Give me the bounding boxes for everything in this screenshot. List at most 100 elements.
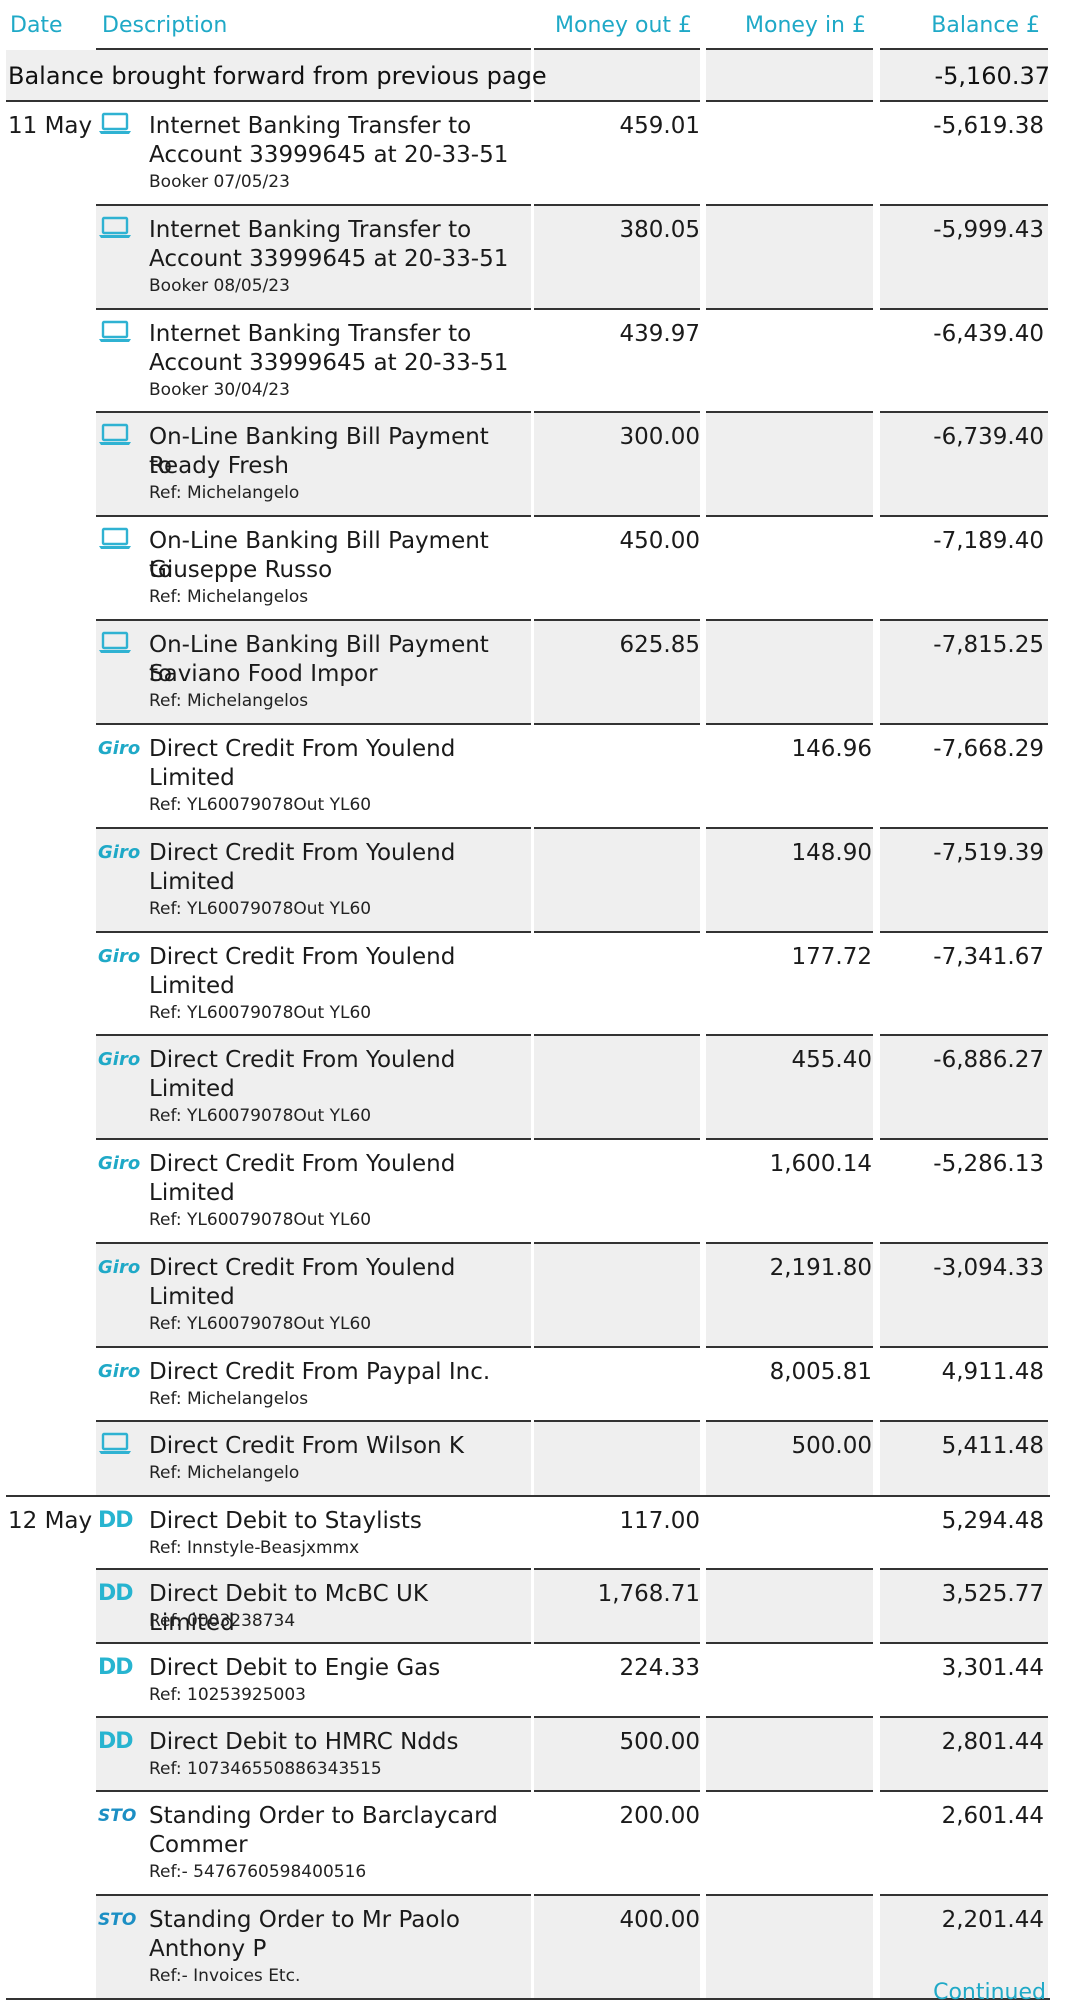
transaction-description-line: Limited xyxy=(149,869,235,895)
transaction-description-line: Internet Banking Transfer to xyxy=(149,321,472,347)
money-out-amount: 625.85 xyxy=(619,632,700,658)
row-cell-background xyxy=(534,725,700,827)
row-cell-background xyxy=(706,310,873,411)
row-cell-background xyxy=(706,1497,873,1568)
transaction-description-line: Internet Banking Transfer to xyxy=(149,113,472,139)
transaction-description-line: Saviano Food Impor xyxy=(149,661,378,687)
money-in-amount: 8,005.81 xyxy=(769,1359,872,1385)
transaction-reference: Ref: 107346550886343515 xyxy=(149,1759,382,1779)
transaction-row: DD Direct Debit to HMRC Ndds Ref: 10734655… xyxy=(0,1718,1066,1792)
transaction-row: 12 May DD Direct Debit to Staylists Ref: In… xyxy=(0,1497,1066,1570)
money-out-column-header: Money out £ xyxy=(555,13,692,38)
sto-icon-label: STO xyxy=(98,1806,137,1826)
dd-icon: DD xyxy=(98,1579,136,1609)
transaction-description-line: Direct Credit From Paypal Inc. xyxy=(149,1359,491,1385)
transaction-reference: Ref: Michelangelos xyxy=(149,587,309,607)
balance-amount: 2,201.44 xyxy=(941,1907,1044,1933)
giro-icon: Giro xyxy=(98,838,140,868)
laptop-icon xyxy=(98,1431,136,1461)
balance-amount: -3,094.33 xyxy=(933,1255,1044,1281)
transaction-reference: Ref: Michelangelo xyxy=(149,1463,300,1483)
balance-amount: -5,286.13 xyxy=(933,1151,1044,1177)
transaction-row: On-Line Banking Bill Payment to Ready Fre… xyxy=(0,413,1066,517)
row-cell-background xyxy=(534,1422,700,1495)
transaction-description-line: Direct Debit to Staylists xyxy=(149,1508,422,1534)
transaction-description-line: Limited xyxy=(149,1076,235,1102)
money-in-amount: 500.00 xyxy=(791,1433,872,1459)
transaction-reference: Ref: Michelangelos xyxy=(149,1389,309,1409)
balance-amount: -6,886.27 xyxy=(933,1047,1044,1073)
transaction-description-line: Direct Credit From Youlend xyxy=(149,736,456,762)
transaction-row: Internet Banking Transfer to Account 3399… xyxy=(0,206,1066,310)
row-cell-background xyxy=(706,206,873,308)
transaction-date: 12 May xyxy=(8,1508,93,1534)
money-in-amount: 146.96 xyxy=(791,736,872,762)
transaction-reference: Ref: Innstyle-Beasjxmmx xyxy=(149,1538,360,1558)
money-out-amount: 380.05 xyxy=(619,217,700,243)
money-out-amount: 1,768.71 xyxy=(597,1581,700,1607)
row-cell-background xyxy=(534,1036,700,1138)
dd-icon: DD xyxy=(98,1506,136,1536)
laptop-icon xyxy=(98,111,136,141)
transaction-description-line: Limited xyxy=(149,1180,235,1206)
sto-icon: STO xyxy=(98,1801,136,1831)
laptop-icon xyxy=(98,319,136,349)
transaction-description-line: Direct Debit to HMRC Ndds xyxy=(149,1729,459,1755)
transaction-reference: Ref:- Invoices Etc. xyxy=(149,1966,301,1986)
transaction-reference: Ref: YL60079078Out YL60 xyxy=(149,1106,372,1126)
sto-icon-label: STO xyxy=(98,1910,137,1930)
transaction-description-line: Direct Credit From Youlend xyxy=(149,1255,456,1281)
transaction-reference: Ref: YL60079078Out YL60 xyxy=(149,1210,372,1230)
brought-forward-label: Balance brought forward from previous pa… xyxy=(8,62,547,90)
transaction-row: DD Direct Debit to McBC UK Limited Ref: 00… xyxy=(0,1570,1066,1644)
balance-amount: -7,519.39 xyxy=(933,840,1044,866)
giro-icon-label: Giro xyxy=(98,946,141,967)
balance-amount: -6,439.40 xyxy=(933,321,1044,347)
transaction-description-line: Giuseppe Russo xyxy=(149,557,333,583)
money-out-amount: 439.97 xyxy=(619,321,700,347)
row-cell-background xyxy=(706,621,873,723)
transaction-row: Giro Direct Credit From Youlend Limited Ref… xyxy=(0,933,1066,1036)
transaction-reference: Ref: Michelangelos xyxy=(149,691,309,711)
giro-icon: Giro xyxy=(98,1253,140,1283)
row-cell-background xyxy=(534,1244,700,1346)
money-out-amount: 117.00 xyxy=(619,1508,700,1534)
money-out-amount: 400.00 xyxy=(619,1907,700,1933)
giro-icon-label: Giro xyxy=(98,1049,141,1070)
balance-amount: -7,189.40 xyxy=(933,528,1044,554)
giro-icon-label: Giro xyxy=(98,1257,141,1278)
dd-icon-label: DD xyxy=(98,1581,134,1606)
transaction-row: Giro Direct Credit From Youlend Limited Ref… xyxy=(0,1036,1066,1140)
balance-amount: 5,411.48 xyxy=(941,1433,1044,1459)
transaction-date: 11 May xyxy=(8,113,93,139)
balance-amount: -7,341.67 xyxy=(933,944,1044,970)
row-cell-background xyxy=(534,933,700,1034)
transaction-reference: Booker 07/05/23 xyxy=(149,172,290,192)
balance-amount: 3,301.44 xyxy=(941,1655,1044,1681)
transaction-row: On-Line Banking Bill Payment to Saviano F… xyxy=(0,621,1066,725)
balance-amount: 2,601.44 xyxy=(941,1803,1044,1829)
giro-icon: Giro xyxy=(98,734,140,764)
laptop-icon xyxy=(98,526,136,556)
money-out-amount: 224.33 xyxy=(619,1655,700,1681)
dd-icon: DD xyxy=(98,1727,136,1757)
transaction-row: Giro Direct Credit From Paypal Inc. Ref: M… xyxy=(0,1348,1066,1422)
brought-forward-in-bg xyxy=(706,50,873,100)
day-end-rule xyxy=(6,1998,1050,2000)
transaction-row: STO Standing Order to Mr Paolo Anthony P Re… xyxy=(0,1896,1066,2000)
row-cell-background xyxy=(534,1348,700,1420)
transaction-row: STO Standing Order to Barclaycard Commer Re… xyxy=(0,1792,1066,1896)
transaction-row: Giro Direct Credit From Youlend Limited Ref… xyxy=(0,1244,1066,1348)
brought-forward-row: Balance brought forward from previous pa… xyxy=(0,50,1066,102)
dd-icon-label: DD xyxy=(98,1729,134,1754)
money-in-amount: 455.40 xyxy=(791,1047,872,1073)
transaction-description-line: Limited xyxy=(149,1284,235,1310)
row-cell-background xyxy=(706,102,873,204)
transaction-description-line: Commer xyxy=(149,1832,248,1858)
row-cell-background xyxy=(706,1644,873,1716)
transaction-description-line: Standing Order to Mr Paolo xyxy=(149,1907,460,1933)
money-in-amount: 1,600.14 xyxy=(769,1151,872,1177)
balance-amount: -5,999.43 xyxy=(933,217,1044,243)
money-in-amount: 2,191.80 xyxy=(769,1255,872,1281)
transaction-reference: Ref:- 5476760598400516 xyxy=(149,1862,367,1882)
